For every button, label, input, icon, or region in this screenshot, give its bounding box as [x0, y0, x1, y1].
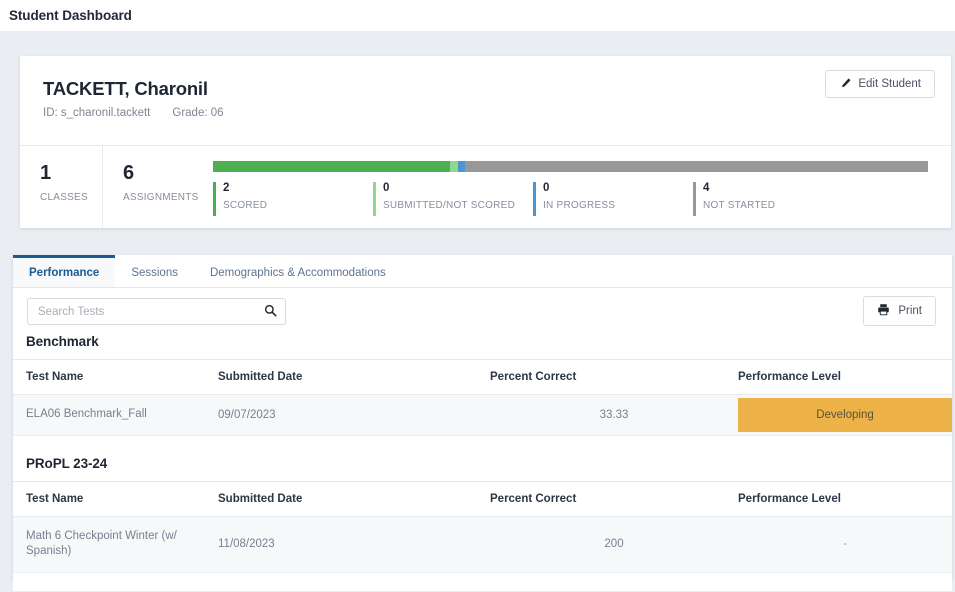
column-performance-level: Performance Level: [738, 359, 952, 395]
stat-not-started-tick: [693, 182, 696, 216]
stat-submitted-not-scored: 0 SUBMITTED/NOT SCORED: [373, 181, 533, 216]
student-summary-card: TACKETT, Charonil ID: s_charonil.tackett…: [20, 56, 951, 228]
stat-scored-tick: [213, 182, 216, 216]
tab-demographics-accommodations[interactable]: Demographics & Accommodations: [194, 255, 402, 287]
cell-percent-correct: 200: [490, 516, 738, 573]
edit-student-label: Edit Student: [858, 78, 921, 90]
stat-scored-value: 2: [223, 182, 230, 194]
stat-classes: 1 CLASSES: [20, 146, 103, 228]
stat-in-progress-tick: [533, 182, 536, 216]
search-tests-wrap[interactable]: [27, 298, 286, 325]
stat-submitted-not-scored-tick: [373, 182, 376, 216]
student-grade: Grade: 06: [172, 107, 224, 119]
progress-segment-not-started: [464, 161, 928, 172]
stat-scored: 2 SCORED: [213, 181, 373, 216]
cell-performance-level: Developing: [738, 394, 952, 436]
assignment-status-legend: 2 SCORED 0 SUBMITTED/NOT SCORED 0 IN PROGRESS…: [213, 181, 928, 216]
table-row[interactable]: ELA06 Benchmark_Fall 09/07/2023 33.33 Devel…: [13, 394, 952, 436]
stat-scored-label: SCORED: [223, 199, 268, 211]
table-header-row: Test Name Submitted Date Percent Correct Pe…: [13, 480, 952, 517]
stat-in-progress-value: 0: [543, 182, 550, 194]
column-performance-level: Performance Level: [738, 480, 952, 517]
stat-in-progress-label: IN PROGRESS: [543, 199, 616, 211]
cell-test-name: Math 6 Checkpoint Winter (w/ Spanish): [13, 516, 218, 573]
pencil-icon: [839, 78, 851, 90]
top-bar: Student Dashboard: [0, 0, 955, 31]
stat-assignments-label: ASSIGNMENTS: [123, 192, 199, 203]
table-header-row: Test Name Submitted Date Percent Correct Pe…: [13, 359, 952, 395]
edit-student-button[interactable]: Edit Student: [825, 70, 935, 98]
performance-toolbar: Print: [13, 288, 952, 334]
search-icon[interactable]: [264, 304, 277, 322]
stat-classes-label: CLASSES: [40, 192, 88, 203]
stat-not-started: 4 NOT STARTED: [693, 181, 853, 216]
column-test-name: Test Name: [13, 480, 218, 517]
performance-table: Test Name Submitted Date Percent Correct Pe…: [13, 480, 952, 573]
student-id: ID: s_charonil.tackett: [43, 107, 151, 119]
tab-performance[interactable]: Performance: [13, 255, 116, 287]
performance-level-badge: -: [738, 527, 952, 562]
cell-percent-correct: 33.33: [490, 394, 738, 436]
performance-table: Test Name Submitted Date Percent Correct Pe…: [13, 359, 952, 436]
assignment-progress-bar: [213, 161, 928, 172]
cell-submitted-date: 11/08/2023: [218, 516, 490, 573]
column-percent-correct: Percent Correct: [490, 359, 738, 395]
stat-not-started-value: 4: [703, 182, 710, 194]
tab-sessions[interactable]: Sessions: [115, 255, 194, 287]
cell-test-name: ELA06 Benchmark_Fall: [13, 394, 218, 436]
stat-submitted-not-scored-value: 0: [383, 182, 390, 194]
stat-assignments: 6 ASSIGNMENTS: [103, 146, 213, 228]
student-dashboard-page: Student Dashboard TACKETT, Charonil ID: …: [0, 0, 955, 592]
progress-segment-scored: [213, 161, 451, 172]
page-title: Student Dashboard: [9, 8, 132, 23]
search-input[interactable]: [28, 299, 285, 324]
column-submitted-date: Submitted Date: [218, 480, 490, 517]
tab-bar: Performance Sessions Demographics & Accomm…: [13, 255, 952, 288]
column-submitted-date: Submitted Date: [218, 359, 490, 395]
student-header: TACKETT, Charonil ID: s_charonil.tackett…: [20, 56, 951, 119]
performance-section: PRoPL 23-24 Test Name Submitted Date Percen…: [13, 436, 952, 573]
section-title: PRoPL 23-24: [26, 455, 108, 471]
progress-segment-submitted-not-scored: [450, 161, 458, 172]
table-row[interactable]: Math 6 Checkpoint Winter (w/ Spanish) 11/…: [13, 516, 952, 573]
student-meta: ID: s_charonil.tackett Grade: 06: [43, 107, 928, 119]
stat-in-progress: 0 IN PROGRESS: [533, 181, 693, 216]
column-test-name: Test Name: [13, 359, 218, 395]
section-title: Benchmark: [26, 334, 99, 349]
assignment-stats: 1 CLASSES 6 ASSIGNMENTS 2 SCORED 0 SUBMITTE…: [20, 145, 951, 228]
performance-section: Benchmark Test Name Submitted Date Percent …: [13, 334, 952, 436]
stat-submitted-not-scored-label: SUBMITTED/NOT SCORED: [383, 199, 516, 211]
print-button[interactable]: Print: [863, 296, 936, 326]
performance-sections: Benchmark Test Name Submitted Date Percent …: [13, 334, 952, 573]
stat-classes-value: 1: [40, 162, 52, 184]
printer-icon: [877, 303, 890, 319]
cell-performance-level: -: [738, 516, 952, 573]
panel-tail: [13, 572, 952, 591]
performance-level-badge: Developing: [738, 397, 952, 432]
assignment-progress-area: 2 SCORED 0 SUBMITTED/NOT SCORED 0 IN PROGRESS…: [213, 146, 951, 228]
student-name: TACKETT, Charonil: [43, 78, 208, 99]
column-percent-correct: Percent Correct: [490, 480, 738, 517]
stat-assignments-value: 6: [123, 162, 135, 184]
print-label: Print: [898, 305, 922, 317]
progress-segment-in-progress: [457, 161, 465, 172]
cell-submitted-date: 09/07/2023: [218, 394, 490, 436]
stat-not-started-label: NOT STARTED: [703, 199, 776, 211]
performance-panel: Performance Sessions Demographics & Accomm…: [13, 255, 952, 591]
